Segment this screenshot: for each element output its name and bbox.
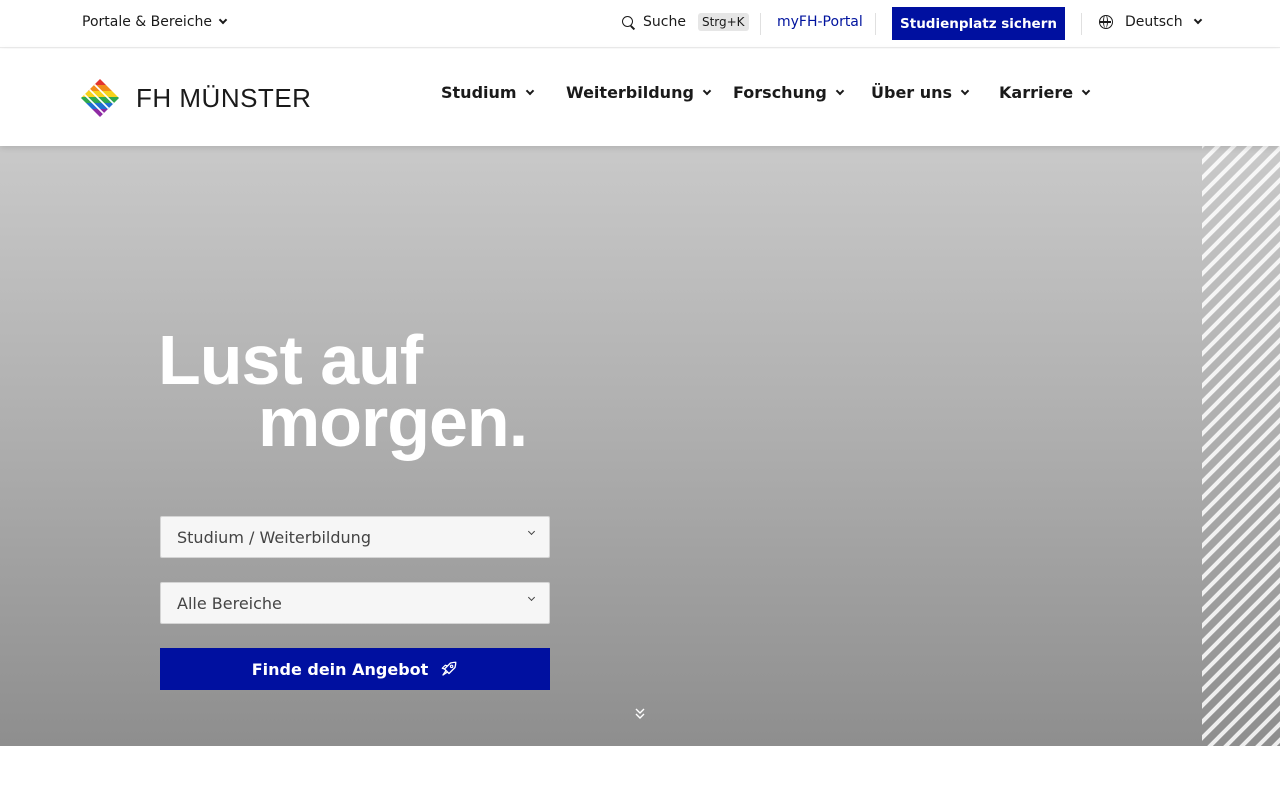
chevron-down-icon: [525, 86, 534, 95]
nav-label: Karriere: [999, 83, 1074, 102]
search-button[interactable]: Suche Strg+K: [622, 13, 749, 31]
language-selector[interactable]: Deutsch: [1099, 14, 1202, 30]
chevron-down-icon: [527, 593, 536, 602]
nav-label: Studium: [441, 83, 517, 102]
divider: [760, 13, 761, 35]
main-header: FH MÜNSTER Studium Weiterbildung Forschu…: [0, 49, 1280, 146]
rainbow-logo-icon: [81, 79, 119, 117]
nav-karriere[interactable]: Karriere: [999, 83, 1091, 102]
divider: [1081, 13, 1082, 35]
divider: [875, 13, 876, 35]
chevron-down-icon: [960, 86, 970, 95]
find-button-label: Finde dein Angebot: [251, 659, 429, 679]
nav-label: Weiterbildung: [566, 83, 694, 102]
select-value: Studium / Weiterbildung: [177, 527, 371, 547]
hero-section: Lust auf morgen. Studium / Weiterbildung…: [0, 146, 1280, 746]
nav-forschung[interactable]: Forschung: [733, 83, 845, 102]
nav-weiterbildung[interactable]: Weiterbildung: [566, 83, 712, 102]
angebot-type-select[interactable]: Studium / Weiterbildung: [160, 516, 550, 558]
diagonal-stripes-decoration: [1202, 146, 1280, 746]
rocket-icon: [441, 661, 457, 676]
hero-headline: Lust auf morgen.: [158, 325, 528, 461]
studienplatz-sichern-button[interactable]: Studienplatz sichern: [892, 7, 1065, 40]
search-icon: [622, 15, 635, 29]
chevron-down-icon: [1193, 15, 1202, 25]
chevron-down-icon: [527, 527, 536, 536]
double-chevron-down-icon[interactable]: [634, 707, 646, 721]
nav-ueber-uns[interactable]: Über uns: [871, 83, 970, 102]
utility-bar: Portale & Bereiche Suche Strg+K myFH-Por…: [0, 0, 1280, 48]
chevron-down-icon: [218, 15, 228, 25]
nav-studium[interactable]: Studium: [441, 83, 534, 102]
nav-label: Über uns: [871, 83, 953, 102]
portale-bereiche-menu[interactable]: Portale & Bereiche: [82, 14, 228, 30]
globe-icon: [1099, 15, 1113, 29]
bereiche-select[interactable]: Alle Bereiche: [160, 582, 550, 624]
nav-label: Forschung: [733, 83, 827, 102]
chevron-down-icon: [835, 86, 845, 95]
finde-dein-angebot-button[interactable]: Finde dein Angebot: [160, 648, 550, 690]
search-shortcut: Strg+K: [697, 13, 749, 31]
select-value: Alle Bereiche: [177, 593, 282, 613]
chevron-down-icon: [1081, 86, 1091, 95]
chevron-down-icon: [702, 86, 712, 95]
headline-line-2: morgen.: [258, 383, 528, 461]
language-label: Deutsch: [1125, 14, 1183, 30]
logo-text: FH MÜNSTER: [136, 82, 312, 113]
myfh-portal-link[interactable]: myFH-Portal: [777, 14, 863, 30]
portale-label: Portale & Bereiche: [82, 14, 213, 30]
search-label: Suche: [643, 14, 686, 30]
fh-muenster-logo[interactable]: FH MÜNSTER: [80, 78, 311, 118]
